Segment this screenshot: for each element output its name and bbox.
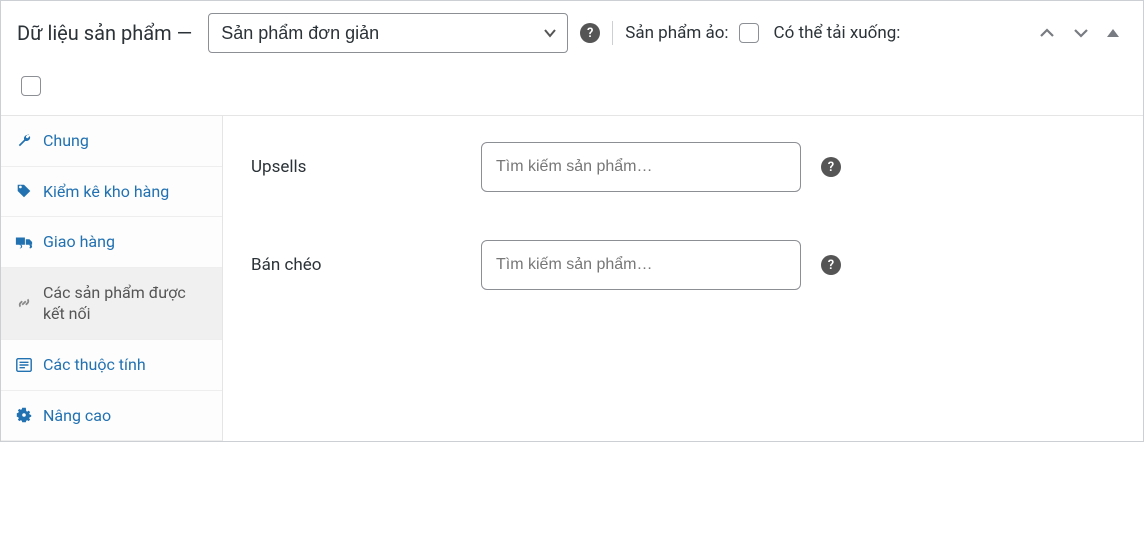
tab-general[interactable]: Chung [1, 116, 222, 167]
downloadable-label-text: Có thể tải xuống: [774, 23, 901, 43]
tabs-sidebar: Chung Kiểm kê kho hàng Giao hàng Các sản… [1, 116, 223, 441]
product-type-select-wrap: Sản phẩm đơn giản [208, 13, 568, 53]
gear-icon [15, 406, 33, 424]
tab-attributes[interactable]: Các thuộc tính [1, 340, 222, 391]
product-type-select[interactable]: Sản phẩm đơn giản [208, 13, 568, 53]
tab-linked-products[interactable]: Các sản phẩm được kết nối [1, 268, 222, 340]
downloadable-checkbox-row [17, 65, 1127, 103]
help-icon[interactable]: ? [821, 255, 841, 275]
virtual-label: Sản phẩm ảo: [625, 20, 761, 46]
tab-advanced-label: Nâng cao [43, 405, 111, 427]
link-icon [15, 294, 33, 312]
tab-linked-label: Các sản phẩm được kết nối [43, 282, 208, 325]
crosssells-search-input[interactable] [481, 240, 801, 290]
downloadable-checkbox[interactable] [21, 76, 41, 96]
tab-attributes-label: Các thuộc tính [43, 354, 146, 376]
tab-inventory-label: Kiểm kê kho hàng [43, 181, 169, 203]
help-icon[interactable]: ? [821, 157, 841, 177]
list-icon [15, 356, 33, 374]
move-down-icon[interactable] [1071, 23, 1091, 43]
downloadable-label: Có thể tải xuống: [774, 23, 901, 43]
crosssells-row: Bán chéo ? [251, 240, 1115, 290]
divider [612, 21, 613, 45]
tab-shipping-label: Giao hàng [43, 231, 115, 253]
help-icon[interactable]: ? [580, 23, 600, 43]
upsells-label: Upsells [251, 157, 461, 177]
crosssells-label: Bán chéo [251, 255, 461, 275]
product-data-panel: Dữ liệu sản phẩm — Sản phẩm đơn giản ? S… [0, 0, 1144, 442]
tab-shipping[interactable]: Giao hàng [1, 217, 222, 268]
wrench-icon [15, 132, 33, 150]
panel-body: Chung Kiểm kê kho hàng Giao hàng Các sản… [1, 116, 1143, 441]
panel-header: Dữ liệu sản phẩm — Sản phẩm đơn giản ? S… [1, 1, 1143, 116]
upsells-row: Upsells ? [251, 142, 1115, 192]
content-area: Upsells ? Bán chéo ? [223, 116, 1143, 441]
move-up-icon[interactable] [1037, 23, 1057, 43]
virtual-label-text: Sản phẩm ảo: [625, 23, 728, 43]
truck-icon [15, 233, 33, 251]
panel-controls [1037, 23, 1127, 43]
tag-icon [15, 182, 33, 200]
tab-advanced[interactable]: Nâng cao [1, 391, 222, 442]
panel-title: Dữ liệu sản phẩm — [17, 21, 192, 45]
upsells-search-input[interactable] [481, 142, 801, 192]
tab-inventory[interactable]: Kiểm kê kho hàng [1, 167, 222, 218]
virtual-checkbox[interactable] [739, 23, 759, 43]
tab-general-label: Chung [43, 130, 89, 152]
toggle-collapse-icon[interactable] [1105, 25, 1121, 41]
